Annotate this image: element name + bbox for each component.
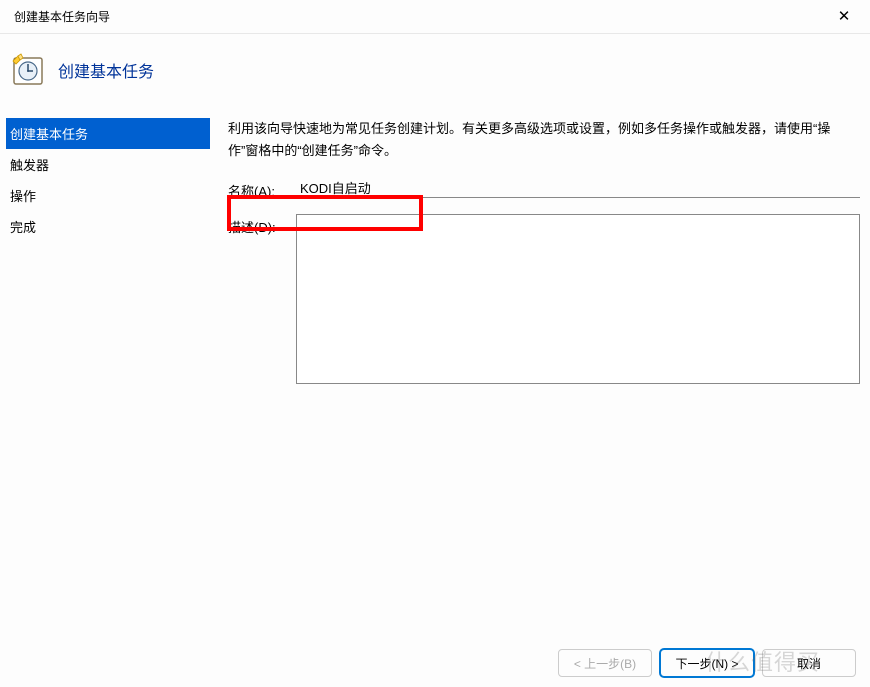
clock-icon <box>10 52 46 88</box>
cancel-button[interactable]: 取消 <box>762 649 856 677</box>
main-panel: 利用该向导快速地为常见任务创建计划。有关更多高级选项或设置，例如多任务操作或触发… <box>210 112 870 398</box>
description-input[interactable] <box>296 214 860 384</box>
wizard-steps-sidebar: 创建基本任务 触发器 操作 完成 <box>10 112 210 398</box>
description-label: 描述(D): <box>228 214 296 236</box>
sidebar-item-action[interactable]: 操作 <box>10 180 210 211</box>
name-label: 名称(A): <box>228 178 296 200</box>
instruction-text: 利用该向导快速地为常见任务创建计划。有关更多高级选项或设置，例如多任务操作或触发… <box>228 118 860 162</box>
description-row: 描述(D): <box>228 214 860 384</box>
sidebar-item-trigger[interactable]: 触发器 <box>10 149 210 180</box>
footer-buttons: < 上一步(B) 下一步(N) > 取消 <box>558 649 856 677</box>
sidebar-item-create-basic-task[interactable]: 创建基本任务 <box>6 118 210 149</box>
titlebar: 创建基本任务向导 ✕ <box>0 0 870 34</box>
back-button: < 上一步(B) <box>558 649 652 677</box>
sidebar-item-finish[interactable]: 完成 <box>10 211 210 242</box>
name-row: 名称(A): <box>228 178 860 200</box>
page-title: 创建基本任务 <box>58 58 154 82</box>
window-title: 创建基本任务向导 <box>14 8 110 25</box>
close-icon[interactable]: ✕ <box>832 9 856 24</box>
next-button[interactable]: 下一步(N) > <box>660 649 754 677</box>
wizard-header: 创建基本任务 <box>0 34 870 112</box>
content-area: 创建基本任务 触发器 操作 完成 利用该向导快速地为常见任务创建计划。有关更多高… <box>0 112 870 398</box>
name-input[interactable] <box>296 178 860 198</box>
